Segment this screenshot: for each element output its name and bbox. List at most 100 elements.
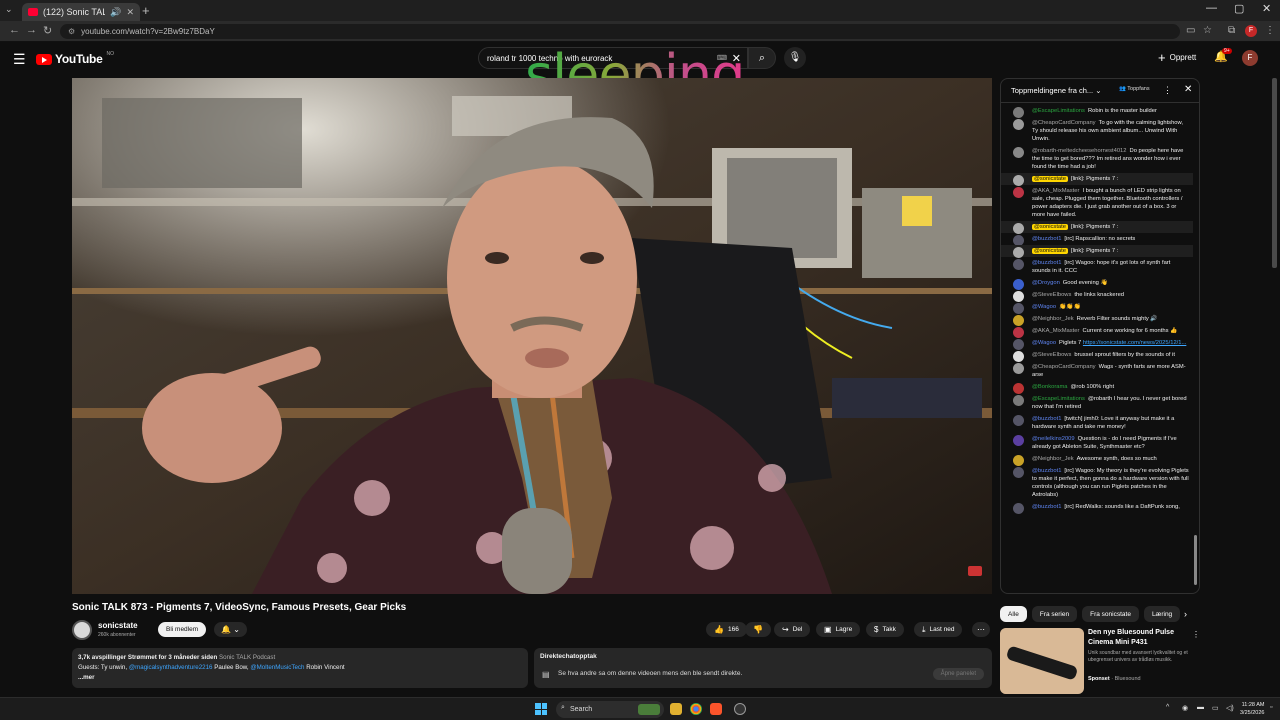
chat-author[interactable]: @AKA_MixMaster	[1032, 188, 1079, 194]
join-member-button[interactable]: Bli medlem	[158, 622, 207, 637]
browser-menu-icon[interactable]: ⋮	[1265, 25, 1275, 36]
account-avatar[interactable]: F	[1242, 50, 1258, 66]
back-icon[interactable]: ←	[9, 24, 20, 36]
description-more[interactable]: ...mer	[78, 674, 95, 681]
clear-search-icon[interactable]: ✕	[732, 52, 741, 65]
windows-start-icon[interactable]	[535, 703, 547, 715]
chat-message-list[interactable]: @EscapeLimitations Robin is the master bu…	[1001, 105, 1193, 591]
forward-icon[interactable]: →	[26, 24, 37, 36]
chat-author[interactable]: @CheapoCardCompany	[1032, 120, 1096, 126]
chat-message[interactable]: @EscapeLimitations Robin is the master bu…	[1001, 105, 1193, 118]
chat-author[interactable]: @sonicstate	[1032, 176, 1068, 182]
ad-title[interactable]: Den nye Bluesound Pulse Cinema Mini P431	[1088, 628, 1188, 648]
chat-author[interactable]: @Wagoo	[1032, 304, 1056, 310]
thanks-button[interactable]: $ Takk	[866, 622, 904, 637]
search-input[interactable]: roland tr 1000 techno with eurorack ⌨ ✕	[478, 47, 748, 69]
video-player[interactable]	[72, 78, 992, 594]
chat-avatar[interactable]	[1013, 119, 1024, 130]
suggestion-chip[interactable]: Fra serien	[1031, 606, 1078, 622]
chat-message[interactable]: @CheapoCardCompany To go with the calming…	[1001, 117, 1193, 145]
chat-avatar[interactable]	[1013, 435, 1024, 446]
chat-author[interactable]: @SteveElbows	[1032, 352, 1071, 358]
chat-author[interactable]: @buzzbot1	[1032, 260, 1061, 266]
menu-icon[interactable]: ☰	[13, 51, 26, 68]
chat-message[interactable]: @Neighbor_Jek Awesome synth, does so much	[1001, 453, 1193, 466]
extensions-icon[interactable]: ⧉	[1228, 25, 1235, 36]
chat-message[interactable]: @sonicstate [link]: Pigments 7 :	[1001, 245, 1193, 258]
guest-link[interactable]: @MoltenMusicTech	[250, 664, 304, 671]
chat-scrollbar[interactable]	[1194, 535, 1197, 585]
chat-message[interactable]: @AKA_MixMaster Current one working for 6 …	[1001, 325, 1193, 338]
minimize-icon[interactable]: —	[1206, 2, 1217, 14]
chat-message[interactable]: @CheapoCardCompany Wags - synth farts are…	[1001, 361, 1193, 381]
chat-message[interactable]: @Bonkorama @rob 100% right	[1001, 381, 1193, 394]
volume-icon[interactable]: ◁)	[1226, 704, 1234, 712]
open-panel-button[interactable]: Åpne panelet	[932, 668, 984, 680]
close-window-icon[interactable]: ✕	[1262, 2, 1271, 15]
chat-avatar[interactable]	[1013, 363, 1024, 374]
network-icon[interactable]: ▭	[1212, 704, 1219, 712]
chat-author[interactable]: @Bonkorama	[1032, 384, 1068, 390]
notification-center-icon[interactable]: ▫	[1270, 704, 1272, 711]
chat-author[interactable]: @Neighbor_Jek	[1032, 456, 1074, 462]
browser-profile-avatar[interactable]: F	[1245, 25, 1257, 37]
chat-message[interactable]: @buzzbot1 [irc] Wagoo: hope it's got lots…	[1001, 257, 1193, 277]
site-info-icon[interactable]: ⚙	[68, 27, 75, 36]
podcast-tag[interactable]: Sonic TALK Podcast	[219, 654, 275, 661]
chat-message[interactable]: @buzzbot1 [irc] Wagoo: My theory is they'…	[1001, 465, 1193, 501]
address-bar[interactable]: ⚙ youtube.com/watch?v=2Bw9tz7BDaY	[60, 24, 1180, 39]
chat-author[interactable]: @Neighbor_Jek	[1032, 316, 1074, 322]
chat-author[interactable]: @Droygon	[1032, 280, 1060, 286]
chat-message[interactable]: @Neighbor_Jek Reverb Filter sounds mighty…	[1001, 313, 1193, 326]
chat-message[interactable]: @buzzbot1 [irc] Rapscallion: no secrets	[1001, 233, 1193, 246]
chat-message[interactable]: @robarth-meltedcheesehornest4012 Do peopl…	[1001, 145, 1193, 173]
suggestion-chip[interactable]: Læring	[1143, 606, 1181, 622]
reload-icon[interactable]: ↻	[43, 24, 52, 37]
chat-author[interactable]: @sonicstate	[1032, 248, 1068, 254]
chat-message[interactable]: @SteveElbows the links knackered	[1001, 289, 1193, 302]
chat-message[interactable]: @Wagoo 👏👏👏	[1001, 301, 1193, 314]
subscription-bell-button[interactable]: 🔔 ⌄	[214, 622, 247, 637]
chat-avatar[interactable]	[1013, 467, 1024, 478]
speaker-icon[interactable]: 🔊	[110, 7, 121, 18]
chat-author[interactable]: @buzzbot1	[1032, 468, 1061, 474]
download-button[interactable]: ⤓ Last ned	[914, 622, 963, 637]
chat-author[interactable]: @CheapoCardCompany	[1032, 364, 1096, 370]
taskbar-clock[interactable]: 11:28 AM 3/25/2026	[1240, 701, 1264, 717]
chat-author[interactable]: @neilelkins2009	[1032, 436, 1075, 442]
chat-message[interactable]: @SteveElbows brussel sprout filters by th…	[1001, 349, 1193, 362]
keyboard-icon[interactable]: ⌨	[717, 54, 727, 62]
suggestion-chip[interactable]: Fra sonicstate	[1082, 606, 1139, 622]
chat-more-icon[interactable]: ⋮	[1163, 85, 1172, 96]
new-tab-button[interactable]: +	[142, 3, 150, 18]
tray-overflow-icon[interactable]: ^	[1166, 704, 1169, 711]
youtube-logo[interactable]: YouTube NO	[36, 51, 114, 66]
chat-message[interactable]: @buzzbot1 [twitch] jimh0: Love it anyway …	[1001, 413, 1193, 433]
ad-more-icon[interactable]: ⋮	[1192, 630, 1200, 639]
chat-author[interactable]: @buzzbot1	[1032, 416, 1061, 422]
app-icon[interactable]	[734, 703, 746, 715]
chat-avatar[interactable]	[1013, 395, 1024, 406]
chat-author[interactable]: @robarth-meltedcheesehornest4012	[1032, 148, 1127, 154]
file-explorer-icon[interactable]	[670, 703, 682, 715]
chat-avatar[interactable]	[1013, 187, 1024, 198]
chat-link[interactable]: https://sonicstate.com/news/2025/12/1...	[1083, 340, 1186, 346]
language-icon[interactable]: ▬	[1197, 704, 1204, 711]
chat-message[interactable]: @neilelkins2009 Question is - do I need P…	[1001, 433, 1193, 453]
chat-avatar[interactable]	[1013, 259, 1024, 270]
close-tab-icon[interactable]: ✕	[126, 7, 134, 18]
chevron-right-icon[interactable]: ›	[1184, 609, 1187, 619]
page-scrollbar[interactable]	[1272, 78, 1277, 268]
chat-author[interactable]: @EscapeLimitations	[1032, 396, 1085, 402]
chat-author[interactable]: @sonicstate	[1032, 224, 1068, 230]
chat-message[interactable]: @AKA_MixMaster I bought a bunch of LED st…	[1001, 185, 1193, 221]
chat-author[interactable]: @buzzbot1	[1032, 236, 1061, 242]
voice-search-button[interactable]: 🎙	[784, 47, 806, 69]
more-actions-button[interactable]: ⋯	[972, 622, 990, 637]
tray-app-icon[interactable]: ◉	[1182, 704, 1188, 712]
chat-author[interactable]: @Wagoo	[1032, 340, 1056, 346]
chat-message[interactable]: @Droygon Good evening 👋	[1001, 277, 1193, 290]
chat-author[interactable]: @buzzbot1	[1032, 504, 1061, 510]
taskbar-search[interactable]: ⌕ Search	[556, 701, 664, 718]
chat-author[interactable]: @EscapeLimitations	[1032, 108, 1085, 114]
